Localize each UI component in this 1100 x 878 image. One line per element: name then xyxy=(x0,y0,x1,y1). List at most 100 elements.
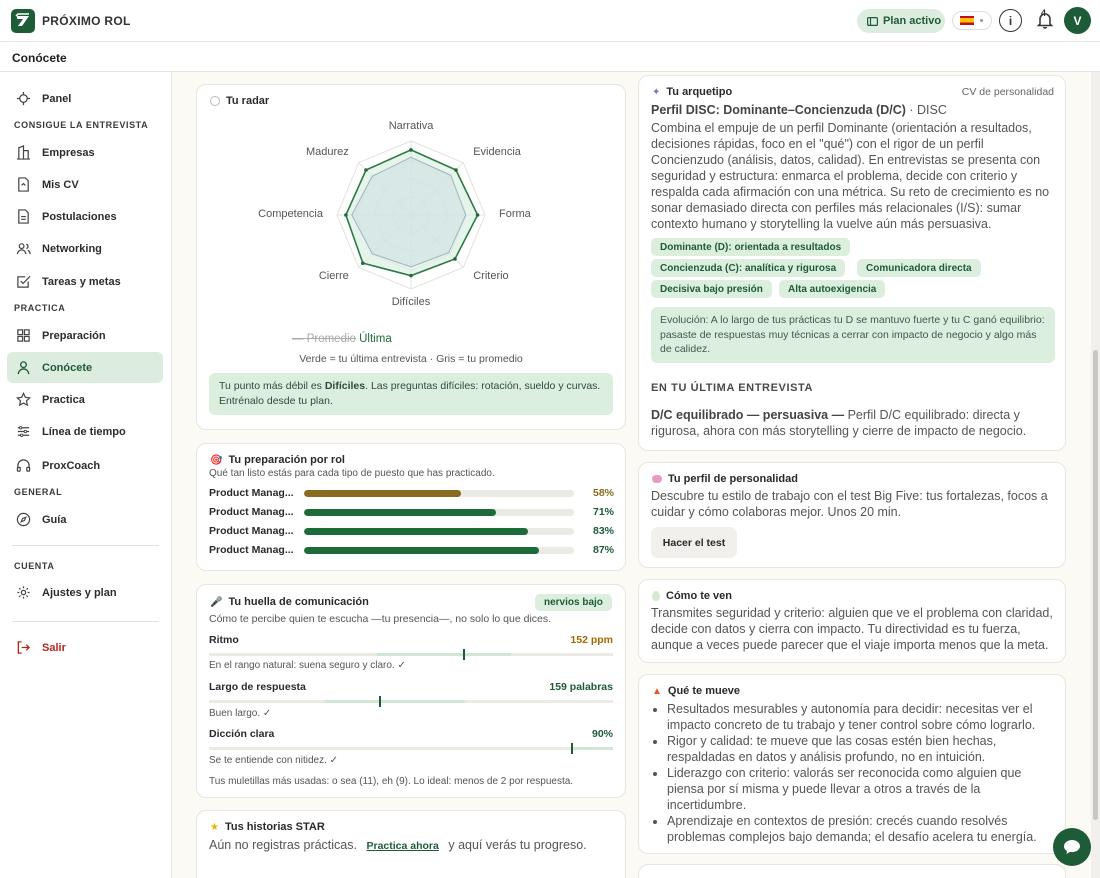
prep-bar-track xyxy=(304,489,574,497)
chat-button[interactable] xyxy=(1053,828,1091,866)
scrollbar-thumb[interactable] xyxy=(1093,350,1098,820)
logo-icon[interactable] xyxy=(11,9,35,33)
building-icon xyxy=(16,145,31,160)
prep-card: 🎯 Tu preparación por rol Qué tan listo e… xyxy=(196,443,626,571)
perception-card: Cómo te ven Transmites seguridad y crite… xyxy=(638,579,1066,663)
sidebar-item-networking[interactable]: Networking xyxy=(7,233,163,264)
top-bar: PRÓXIMO ROL Plan activo i 4 V xyxy=(0,0,1100,42)
page-header: Conócete xyxy=(0,42,1100,72)
diccion-note: Se te entiende con nitidez. ✓ xyxy=(209,755,339,766)
motivation-list: Resultados mesurables y autonomía para d… xyxy=(667,701,1055,845)
prep-bar-track xyxy=(304,546,574,554)
diccion-value: 90% xyxy=(591,728,613,740)
radar-point xyxy=(475,213,480,217)
ritmo-gauge xyxy=(209,649,613,660)
personality-card-title: Tu perfil de personalidad xyxy=(652,473,798,485)
archetype-card-title: ✦ Tu arquetipo xyxy=(652,86,732,98)
sidebar-item-ajustes[interactable]: Ajustes y plan xyxy=(7,577,163,608)
prep-bar-fill xyxy=(304,508,496,516)
compass-circle-icon xyxy=(16,512,31,527)
sidebar-item-guia[interactable]: Guía xyxy=(7,504,163,535)
radar-title-text: Tu radar xyxy=(226,95,270,107)
personality-card: Tu perfil de personalidad Descubre tu es… xyxy=(638,462,1066,568)
motivation-item: Liderazgo con criterio: valorás ser reco… xyxy=(667,765,1055,813)
sidebar-item-tareas[interactable]: Tareas y metas xyxy=(7,266,163,297)
avatar[interactable]: V xyxy=(1064,7,1091,34)
prep-row-label: Product Manag... xyxy=(209,544,294,556)
sidebar-item-proxcoach[interactable]: ProxCoach xyxy=(7,450,163,481)
radar-point xyxy=(364,168,368,172)
radar-card-title: Tu radar xyxy=(210,95,269,107)
sidebar-item-postulaciones[interactable]: Postulaciones xyxy=(7,201,163,232)
gear-icon xyxy=(17,586,30,599)
sidebar-item-label: Línea de tiempo xyxy=(42,425,126,438)
last-interview-heading: EN TU ÚLTIMA ENTREVISTA xyxy=(651,382,814,394)
sidebar-item-practica[interactable]: Practica xyxy=(7,384,163,415)
target-icon: 🎯 xyxy=(210,454,223,466)
perception-text: Transmites seguridad y criterio: alguien… xyxy=(651,606,1053,652)
take-test-button[interactable]: Hacer el test xyxy=(651,527,737,558)
motivation-item: Aprendizaje en contextos de presión: cre… xyxy=(667,813,1055,845)
plan-active-button[interactable]: Plan activo xyxy=(857,9,945,33)
practice-now-link[interactable]: Practica ahora xyxy=(366,840,438,852)
sidebar-divider xyxy=(12,621,159,622)
sidebar-item-label: Panel xyxy=(42,92,72,105)
prep-row: Product Manag... 58% xyxy=(209,486,614,500)
brand-name[interactable]: PRÓXIMO ROL xyxy=(42,14,131,28)
checkbox-icon xyxy=(17,275,31,288)
prep-row-label: Product Manag... xyxy=(209,525,294,537)
prep-bar-track xyxy=(304,527,574,535)
prep-row-label: Product Manag... xyxy=(209,506,294,518)
info-button[interactable]: i xyxy=(999,9,1022,32)
prep-row-percent: 87% xyxy=(592,544,614,556)
chat-bubble-icon xyxy=(1064,840,1080,854)
legend-latest: Última xyxy=(359,333,392,345)
notification-count: 4 xyxy=(1041,8,1047,18)
prep-bar-fill xyxy=(304,527,529,535)
personality-text: Descubre tu estilo de trabajo con el tes… xyxy=(651,489,1048,519)
prep-row-percent: 71% xyxy=(592,506,614,518)
logout-icon xyxy=(17,641,31,654)
sidebar-item-conocete[interactable]: Conócete xyxy=(7,352,163,383)
ritmo-note: En el rango natural: suena seguro y clar… xyxy=(209,660,406,671)
archetype-card: ✦ Tu arquetipo CV de personalidad Perfil… xyxy=(638,75,1066,451)
sidebar-item-label: Conócete xyxy=(42,361,93,374)
sidebar-divider xyxy=(12,545,159,546)
flame-icon: ▲ xyxy=(652,685,662,697)
radar-point xyxy=(409,148,413,152)
section-label-general: GENERAL xyxy=(14,487,63,497)
archetype-description: Combina el empuje de un perfil Dominante… xyxy=(651,121,1050,231)
star-text: Aún no registras prácticas. xyxy=(209,838,357,852)
trait-chip: Comunicadora directa xyxy=(857,259,981,277)
section-label-interview: CONSIGUE LA ENTREVISTA xyxy=(14,120,149,130)
archetype-title-text: Tu arquetipo xyxy=(666,86,733,98)
prep-row-label: Product Manag... xyxy=(209,487,294,499)
sidebar-item-empresas[interactable]: Empresas xyxy=(7,137,163,168)
sidebar-item-preparacion[interactable]: Preparación xyxy=(7,320,163,351)
dropdown-dot-icon xyxy=(980,19,983,22)
sidebar-item-panel[interactable]: Panel xyxy=(7,83,163,114)
sidebar-item-label: ProxCoach xyxy=(42,459,101,472)
star-icon xyxy=(16,392,31,407)
profile-name: Perfil DISC: Dominante–Concienzuda (D/C) xyxy=(651,103,906,117)
diccion-label: Dicción clara xyxy=(209,728,275,740)
sidebar-item-mis-cv[interactable]: Mis CV xyxy=(7,169,163,200)
star-card-title: ★ Tus historias STAR xyxy=(210,821,325,833)
last-interview-text: D/C equilibrado — persuasiva — Perfil D/… xyxy=(651,407,1055,439)
radar-axis-label: Narrativa xyxy=(388,120,434,132)
grid-icon xyxy=(17,329,30,342)
prep-card-title: 🎯 Tu preparación por rol xyxy=(210,454,345,466)
ritmo-value: 152 ppm xyxy=(570,634,613,646)
language-selector[interactable] xyxy=(952,11,992,30)
sidebar-item-salir[interactable]: Salir xyxy=(7,632,163,663)
sidebar-item-label: Guía xyxy=(42,513,67,526)
sidebar-item-label: Tareas y metas xyxy=(42,275,121,288)
perception-card-title: Cómo te ven xyxy=(652,590,732,602)
sidebar-item-label: Mis CV xyxy=(42,178,79,191)
communication-title-text: Tu huella de comunicación xyxy=(228,596,369,608)
sparkle-icon: ✦ xyxy=(652,86,661,98)
radar-point xyxy=(454,168,458,172)
motivation-card-title: ▲ Qué te mueve xyxy=(652,685,740,697)
communication-subtitle: Cómo te percibe quien te escucha —tu pre… xyxy=(209,613,552,625)
sidebar-item-linea-tiempo[interactable]: Línea de tiempo xyxy=(7,416,163,447)
